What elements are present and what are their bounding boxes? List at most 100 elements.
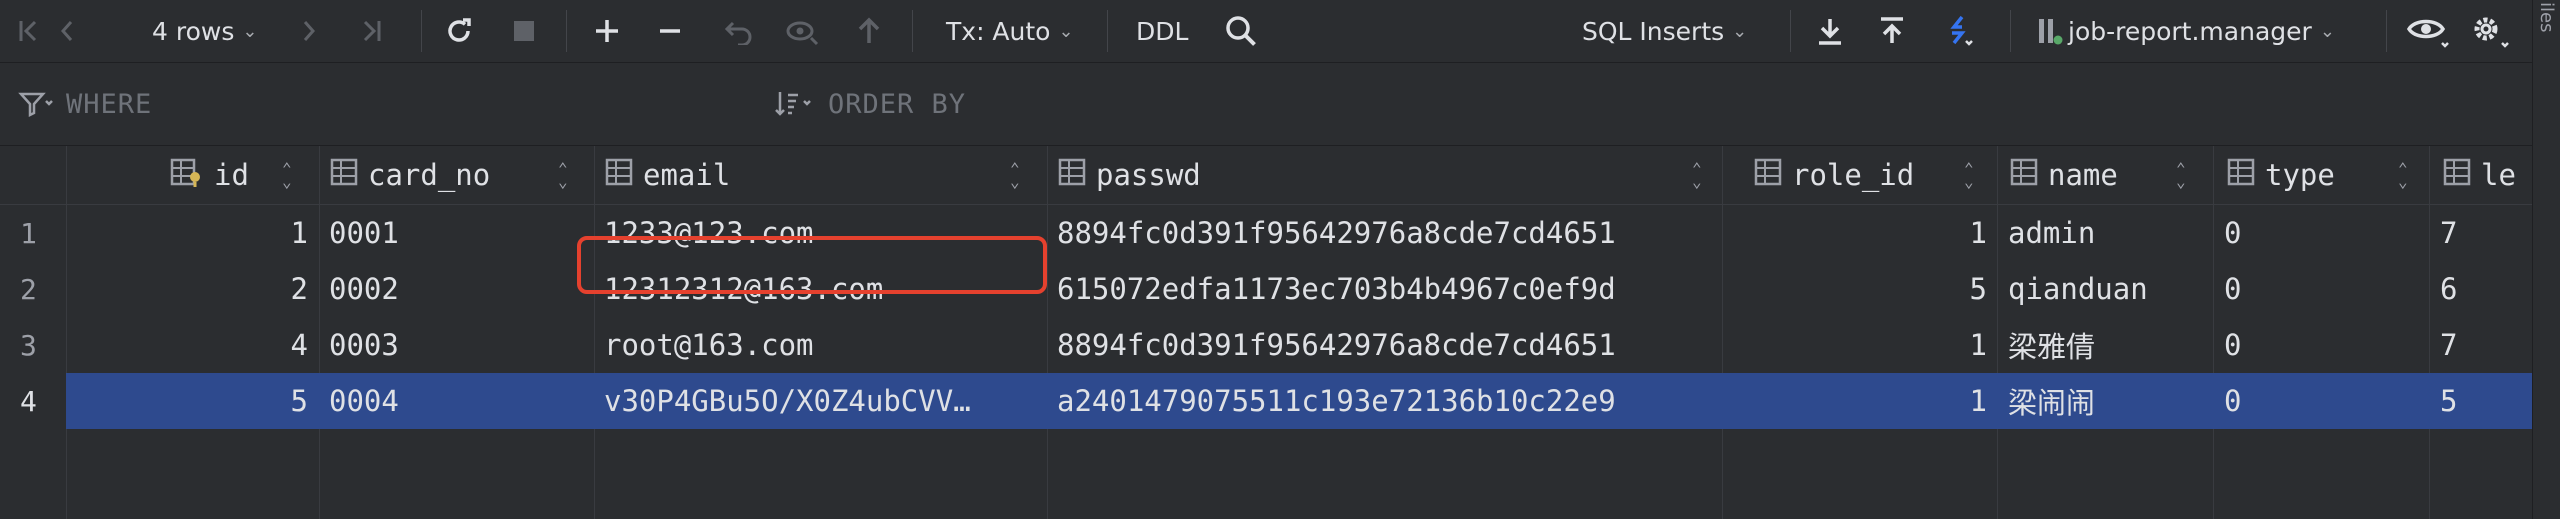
cell-le[interactable]: 6 xyxy=(2440,261,2530,317)
cell-card-no[interactable]: 0001 xyxy=(329,205,589,261)
column-header-id[interactable]: id xyxy=(170,146,249,204)
column-header-type[interactable]: type xyxy=(2227,146,2335,204)
table-row-selected[interactable]: 4 5 0004 v30P4GBu5O/X0Z4ubCVV… a24014790… xyxy=(0,373,2532,429)
toolbar-divider xyxy=(2386,10,2387,52)
primary-key-icon xyxy=(170,157,204,194)
column-name: name xyxy=(2048,158,2118,192)
cell-email[interactable]: root@163.com xyxy=(604,317,1042,373)
column-name: role_id xyxy=(1792,158,1915,192)
cell-le[interactable]: 5 xyxy=(2440,373,2530,429)
last-page-icon[interactable] xyxy=(360,0,382,62)
cell-le[interactable]: 7 xyxy=(2440,317,2530,373)
side-panel-strip[interactable] xyxy=(2532,0,2560,519)
row-number: 2 xyxy=(0,261,66,317)
toolbar-divider xyxy=(1790,10,1791,52)
cell-card-no[interactable]: 0004 xyxy=(329,373,589,429)
sort-toggle-icon[interactable]: ⌃ ⌄ xyxy=(2176,146,2186,204)
cell-type[interactable]: 0 xyxy=(2224,261,2424,317)
cell-name[interactable]: 梁雅倩 xyxy=(2008,317,2208,373)
export-format-label: SQL Inserts xyxy=(1582,16,1725,46)
transaction-mode-dropdown[interactable]: Tx: Auto ⌄ xyxy=(946,0,1074,62)
column-name: id xyxy=(214,158,249,192)
column-header-role-id[interactable]: role_id xyxy=(1754,146,1914,204)
cell-passwd[interactable]: 8894fc0d391f95642976a8cde7cd4651 xyxy=(1057,317,1717,373)
revert-icon[interactable] xyxy=(724,0,754,62)
where-label: WHERE xyxy=(66,88,153,120)
order-by-filter[interactable]: ORDER BY xyxy=(774,63,966,145)
first-page-icon[interactable] xyxy=(18,0,40,62)
cell-type[interactable]: 0 xyxy=(2224,205,2424,261)
rows-count-dropdown[interactable]: 4 rows ⌄ xyxy=(152,0,257,62)
row-number: 1 xyxy=(0,205,66,261)
cell-id[interactable]: 5 xyxy=(66,373,308,429)
settings-gear-icon[interactable] xyxy=(2468,0,2512,62)
cell-passwd[interactable]: 615072edfa1173ec703b4b4967c0ef9d xyxy=(1057,261,1717,317)
refresh-icon[interactable] xyxy=(444,0,474,62)
sort-toggle-icon[interactable]: ⌃ ⌄ xyxy=(1692,146,1702,204)
toolbar-divider xyxy=(1107,10,1108,52)
ddl-button[interactable]: DDL xyxy=(1136,0,1188,62)
table-row[interactable]: 3 4 0003 root@163.com 8894fc0d391f956429… xyxy=(0,317,2532,373)
add-row-icon[interactable] xyxy=(593,0,621,62)
export-format-dropdown[interactable]: SQL Inserts ⌄ xyxy=(1582,0,1747,62)
prev-page-icon[interactable] xyxy=(58,0,76,62)
search-icon[interactable] xyxy=(1224,0,1258,62)
filter-icon xyxy=(18,89,56,119)
view-options-icon[interactable] xyxy=(2406,0,2452,62)
cell-id[interactable]: 4 xyxy=(66,317,308,373)
column-header-le[interactable]: le xyxy=(2443,146,2516,204)
cell-email[interactable]: v30P4GBu5O/X0Z4ubCVV… xyxy=(604,373,1042,429)
sort-toggle-icon[interactable]: ⌃ ⌄ xyxy=(558,146,568,204)
transaction-mode-label: Tx: Auto xyxy=(946,16,1051,46)
submit-icon[interactable] xyxy=(856,0,882,62)
stop-icon[interactable] xyxy=(512,0,536,62)
column-header-name[interactable]: name xyxy=(2010,146,2118,204)
cell-passwd[interactable]: a2401479075511c193e72136b10c22e9 xyxy=(1057,373,1717,429)
datasource-dropdown[interactable]: job-report.manager ⌄ xyxy=(2036,0,2335,62)
column-name: card_no xyxy=(368,158,491,192)
column-header-passwd[interactable]: passwd xyxy=(1058,146,1201,204)
compare-icon[interactable] xyxy=(1940,0,1980,62)
column-table-icon xyxy=(330,158,358,193)
cell-le[interactable]: 7 xyxy=(2440,205,2530,261)
cell-type[interactable]: 0 xyxy=(2224,373,2424,429)
import-icon[interactable] xyxy=(1878,0,1906,62)
preview-changes-icon[interactable] xyxy=(785,0,821,62)
cell-id[interactable]: 2 xyxy=(66,261,308,317)
column-header-row: id ⌃⌄ card_no ⌃⌄ email ⌃⌄ passwd ⌃⌄ xyxy=(0,146,2532,205)
side-panel-label[interactable]: iles xyxy=(2536,2,2557,32)
sort-toggle-icon[interactable]: ⌃ ⌄ xyxy=(282,146,292,204)
where-filter[interactable]: WHERE xyxy=(18,63,152,145)
cell-name[interactable]: qianduan xyxy=(2008,261,2208,317)
next-page-icon[interactable] xyxy=(300,0,318,62)
cell-passwd[interactable]: 8894fc0d391f95642976a8cde7cd4651 xyxy=(1057,205,1717,261)
export-icon[interactable] xyxy=(1816,0,1844,62)
cell-name[interactable]: admin xyxy=(2008,205,2208,261)
column-header-card-no[interactable]: card_no xyxy=(330,146,490,204)
column-table-icon xyxy=(1754,158,1782,193)
column-table-icon xyxy=(605,158,633,193)
rows-count-label: 4 rows xyxy=(152,16,235,46)
table-row[interactable]: 2 2 0002 12312312@163.com 615072edfa1173… xyxy=(0,261,2532,317)
cell-card-no[interactable]: 0002 xyxy=(329,261,589,317)
delete-row-icon[interactable] xyxy=(657,0,683,62)
row-number: 4 xyxy=(0,373,66,429)
cell-role-id[interactable]: 5 xyxy=(1722,261,1987,317)
cell-role-id[interactable]: 1 xyxy=(1722,205,1987,261)
table-row[interactable]: 1 1 0001 1233@123.com 8894fc0d391f956429… xyxy=(0,205,2532,261)
toolbar-divider xyxy=(912,10,913,52)
cell-id[interactable]: 1 xyxy=(66,205,308,261)
column-header-email[interactable]: email xyxy=(605,146,730,204)
sort-toggle-icon[interactable]: ⌃ ⌄ xyxy=(2398,146,2408,204)
cell-type[interactable]: 0 xyxy=(2224,317,2424,373)
cell-card-no[interactable]: 0003 xyxy=(329,317,589,373)
cell-name[interactable]: 梁闹闹 xyxy=(2008,373,2208,429)
highlight-annotation-box xyxy=(577,236,1047,294)
datasource-label: job-report.manager xyxy=(2068,16,2312,46)
column-table-icon xyxy=(1058,158,1086,193)
column-table-icon xyxy=(2227,158,2255,193)
cell-role-id[interactable]: 1 xyxy=(1722,317,1987,373)
cell-role-id[interactable]: 1 xyxy=(1722,373,1987,429)
sort-toggle-icon[interactable]: ⌃ ⌄ xyxy=(1964,146,1974,204)
sort-toggle-icon[interactable]: ⌃ ⌄ xyxy=(1010,146,1020,204)
